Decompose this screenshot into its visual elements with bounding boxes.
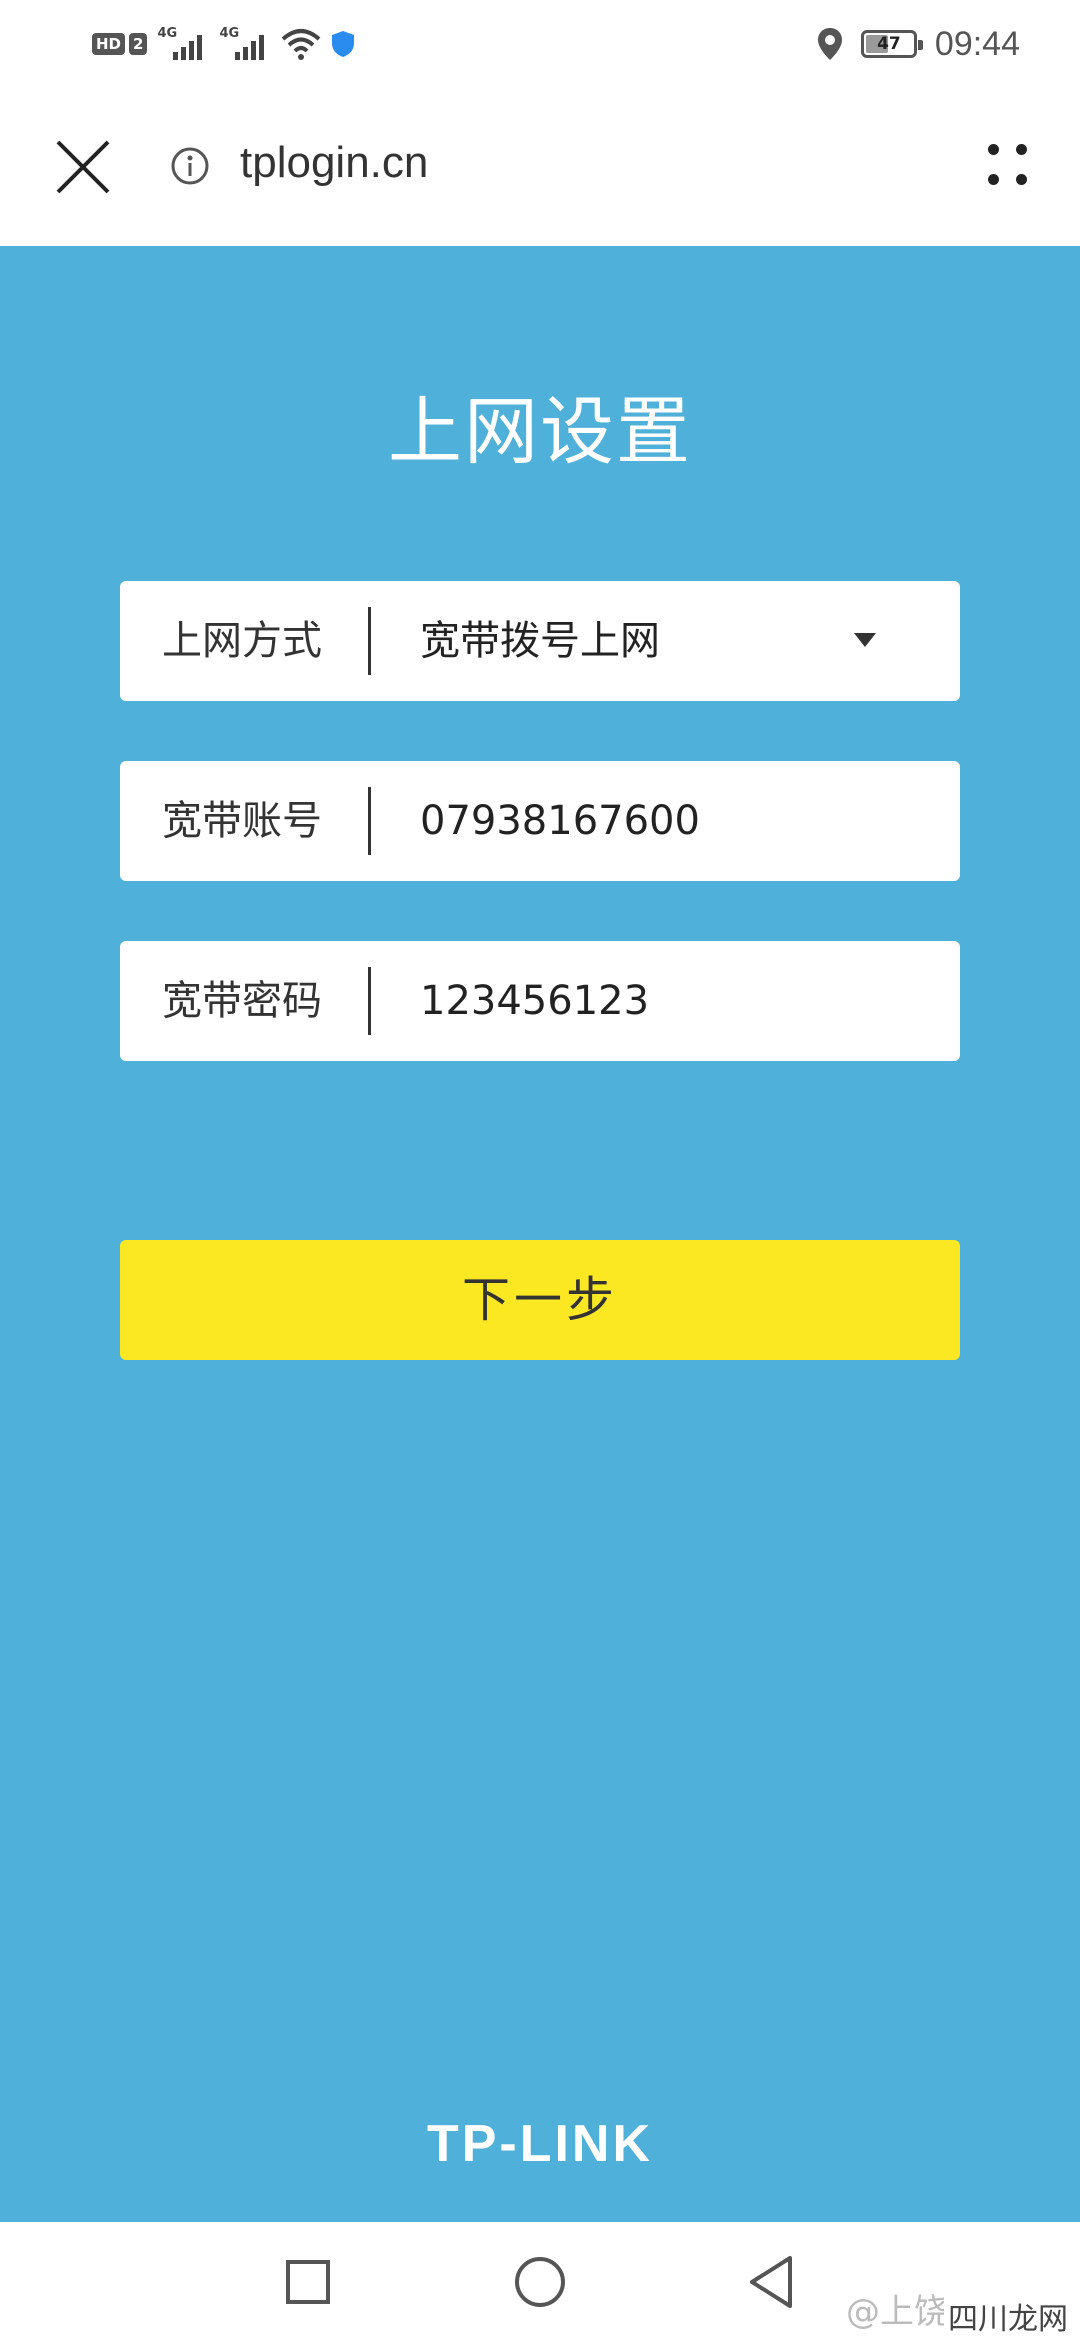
account-field[interactable]: 宽带账号 07938167600 bbox=[120, 761, 960, 881]
hd-label: HD bbox=[92, 33, 126, 55]
recent-apps-icon[interactable] bbox=[278, 2252, 338, 2312]
password-field[interactable]: 宽带密码 123456123 bbox=[120, 941, 960, 1061]
signal-icon: 4G bbox=[219, 26, 271, 62]
field-label: 宽带密码 bbox=[162, 978, 322, 1024]
nav-bar: @上饶市陆哥 四川龙网 bbox=[0, 2222, 1080, 2340]
divider bbox=[368, 967, 371, 1035]
shield-icon bbox=[332, 31, 355, 57]
setup-page: 上网设置 上网方式 宽带拨号上网 宽带账号 07938167600 宽带密码 1… bbox=[0, 246, 1080, 2222]
watermark-site: 四川龙网 bbox=[944, 2294, 1072, 2338]
field-value: 宽带拨号上网 bbox=[420, 618, 660, 664]
more-dots-icon[interactable] bbox=[986, 142, 1038, 194]
brand-logo: TP-LINK bbox=[426, 2115, 654, 2173]
page-title: 上网设置 bbox=[388, 389, 692, 475]
field-value: 07938167600 bbox=[420, 798, 700, 844]
back-icon[interactable] bbox=[742, 2252, 802, 2312]
hd-icon: HD 2 bbox=[92, 33, 148, 55]
location-icon bbox=[817, 28, 842, 60]
close-icon[interactable] bbox=[52, 136, 114, 198]
field-label: 宽带账号 bbox=[162, 798, 322, 844]
field-value: 123456123 bbox=[420, 978, 650, 1024]
sim-number: 2 bbox=[129, 33, 148, 55]
status-bar: HD 2 4G 4G 47 09:44 bbox=[0, 0, 1080, 84]
url-text[interactable]: tplogin.cn bbox=[240, 138, 428, 188]
divider bbox=[368, 787, 371, 855]
connection-type-select[interactable]: 上网方式 宽带拨号上网 bbox=[120, 581, 960, 701]
divider bbox=[368, 607, 371, 675]
battery-level: 47 bbox=[877, 34, 901, 54]
browser-toolbar: tplogin.cn bbox=[0, 84, 1080, 246]
home-icon[interactable] bbox=[510, 2252, 570, 2312]
next-button[interactable]: 下一步 bbox=[120, 1240, 960, 1360]
field-label: 上网方式 bbox=[162, 618, 322, 664]
status-right: 47 09:44 bbox=[817, 22, 1020, 66]
battery-icon: 47 bbox=[860, 30, 923, 58]
signal-icon: 4G bbox=[157, 26, 209, 62]
info-icon[interactable] bbox=[170, 146, 210, 186]
clock: 09:44 bbox=[934, 24, 1020, 63]
chevron-down-icon bbox=[854, 633, 876, 647]
wifi-icon bbox=[282, 29, 321, 60]
status-left: HD 2 4G 4G bbox=[92, 22, 355, 66]
